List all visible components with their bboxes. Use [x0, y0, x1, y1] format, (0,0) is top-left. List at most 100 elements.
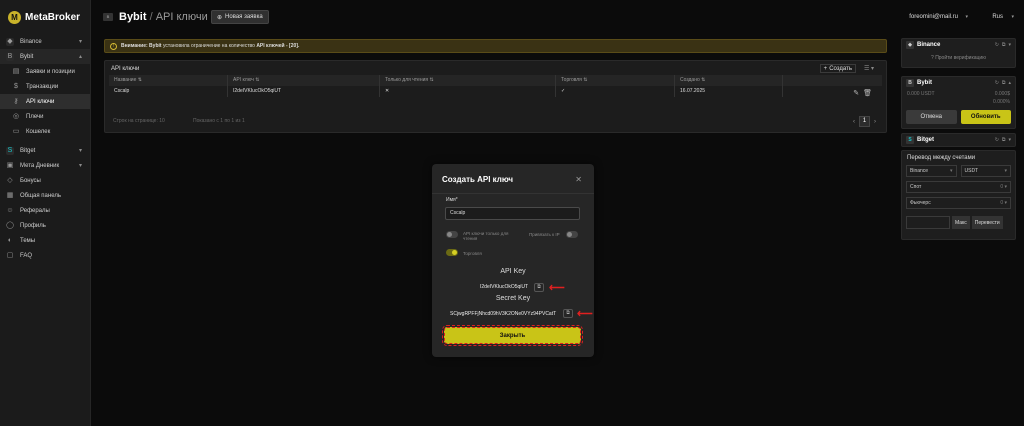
header: B Bybit / API ключи ⊕ Новая заявка foreo… — [91, 0, 1024, 34]
chevron-left-icon[interactable]: ‹ — [853, 119, 855, 125]
spot-select[interactable]: Спот 0 ▾ — [906, 181, 1011, 193]
page-button[interactable]: 1 — [859, 116, 870, 127]
brand-name: MetaBroker — [25, 12, 81, 23]
bybit-icon: B — [6, 52, 14, 61]
sidebar-item-dashboard[interactable]: ▦ Общая панель — [0, 188, 90, 203]
create-api-key-modal: Создать API ключ ✕ Имя* Cscalp API ключи… — [432, 164, 594, 357]
sidebar-item-transactions[interactable]: $ Транзакции — [0, 79, 90, 94]
external-link-icon[interactable]: ⧉ — [1002, 137, 1006, 143]
metabroker-logo-icon: M — [8, 11, 21, 24]
sidebar-item-meta-journal[interactable]: ▣ Мета Дневник ▾ — [0, 158, 90, 173]
binance-card: ◆ Binance ↻ ⧉ ▾ ? Пройти верификацию — [901, 38, 1016, 68]
user-email[interactable]: foreomini@mail.ru — [909, 14, 958, 20]
sidebar-item-binance[interactable]: ◆ Binance ▾ — [0, 34, 90, 49]
sidebar-item-themes[interactable]: ◐ Темы — [0, 233, 90, 248]
transactions-icon: $ — [14, 82, 18, 90]
edit-icon[interactable]: ✎ — [853, 89, 859, 97]
sidebar-item-leverage[interactable]: ◎ Плечи — [0, 109, 90, 124]
bybit-icon: B — [906, 79, 914, 87]
sidebar-item-faq[interactable]: ▢ FAQ — [0, 248, 90, 263]
chevron-right-icon[interactable]: › — [874, 119, 876, 125]
chevron-down-icon: ▾ — [1004, 184, 1007, 190]
bitget-card: S Bitget ↻ ⧉ ▾ — [901, 133, 1016, 147]
trash-icon[interactable]: 🗑 — [863, 89, 872, 97]
create-key-button[interactable]: + Создать — [819, 64, 856, 73]
copy-icon[interactable]: ⧉ — [563, 309, 573, 318]
currency-select[interactable]: USDT ▾ — [960, 165, 1011, 177]
amount-input[interactable] — [906, 216, 950, 229]
warning-text: Внимание: Bybit установила ограничение н… — [121, 43, 300, 49]
copy-icon[interactable]: ⧉ — [534, 283, 544, 292]
external-link-icon[interactable]: ⧉ — [1002, 80, 1006, 86]
rows-per-page[interactable]: Строк на странице: 10 — [113, 118, 165, 124]
trade-label: Торговля — [463, 251, 482, 256]
read-only-toggle[interactable] — [446, 231, 458, 238]
new-request-button[interactable]: ⊕ Новая заявка — [211, 10, 269, 24]
logo[interactable]: M MetaBroker — [0, 0, 90, 34]
cancel-button[interactable]: Отмена — [906, 110, 957, 124]
binance-icon: ◆ — [6, 37, 14, 46]
ip-bind-toggle[interactable] — [566, 231, 578, 238]
chevron-up-icon[interactable]: ▴ — [1008, 80, 1011, 86]
arrow-left-icon: ⟵ — [549, 282, 565, 294]
table-header: Название ⇅ API ключ ⇅ Только для чтения … — [109, 75, 882, 86]
chevron-down-icon[interactable]: ▾ — [1008, 42, 1011, 48]
close-icon[interactable]: ✕ — [575, 175, 582, 184]
external-link-icon[interactable]: ⧉ — [1002, 42, 1006, 48]
wallet-icon: ▭ — [12, 127, 20, 135]
row-actions: ✎ 🗑 — [853, 89, 872, 97]
sidebar-item-bonuses[interactable]: ◇ Бонусы — [0, 173, 90, 188]
close-button[interactable]: Закрыть — [442, 325, 583, 346]
faq-icon: ▢ — [6, 251, 14, 259]
bitget-icon: S — [906, 136, 914, 144]
api-keys-title: API ключи — [111, 66, 140, 72]
sidebar-item-wallet[interactable]: ▭ Кошелек — [0, 124, 90, 139]
sidebar-item-orders[interactable]: ▤ Заявки и позиции — [0, 64, 90, 79]
chevron-down-icon: ▾ — [78, 163, 82, 169]
verify-link[interactable]: ? Пройти верификацию — [902, 51, 1015, 67]
sidebar-item-bybit[interactable]: B Bybit ▴ — [0, 49, 90, 64]
sidebar-item-referrals[interactable]: ☺ Рефералы — [0, 203, 90, 218]
secret-key-value: SCjwgRPFFjNhcd09hV3K2ONe0VYz94PVCatT — [450, 311, 557, 317]
key-icon: ⚷ — [13, 97, 19, 105]
name-input[interactable]: Cscalp — [445, 207, 580, 220]
chevron-down-icon[interactable]: ▾ — [1008, 137, 1011, 143]
sidebar-item-bitget[interactable]: S Bitget ▾ — [0, 143, 90, 158]
binance-icon: ◆ — [906, 41, 914, 49]
refresh-icon[interactable]: ↻ — [995, 42, 999, 48]
col-created[interactable]: Создано ⇅ — [675, 75, 783, 86]
col-api-key[interactable]: API ключ ⇅ — [228, 75, 380, 86]
col-name[interactable]: Название ⇅ — [109, 75, 228, 86]
api-key-value: I2deIVKIucOkO5qiUT — [480, 284, 529, 290]
sidebar-item-api-keys[interactable]: ⚷ API ключи — [0, 94, 90, 109]
table-row[interactable]: Cscalp I2deIVKIucOkO5qiUT ✕ ✓ 16.07.2025 — [109, 86, 882, 97]
chevron-up-icon: ▴ — [78, 54, 82, 60]
filter-icon[interactable]: ☰ ▾ — [864, 65, 874, 72]
api-keys-panel: API ключи + Создать ☰ ▾ Название ⇅ API кл… — [104, 60, 887, 133]
refresh-icon[interactable]: ↻ — [995, 137, 999, 143]
exchange-select[interactable]: Binance ▾ — [906, 165, 957, 177]
chevron-down-icon: ▾ — [1004, 200, 1007, 206]
trade-toggle[interactable] — [446, 249, 458, 256]
col-trade[interactable]: Торговля ⇅ — [556, 75, 675, 86]
users-icon: ☺ — [6, 206, 14, 214]
balance-pct: 0.000% — [993, 99, 1010, 105]
sidebar-item-profile[interactable]: ◯ Профиль — [0, 218, 90, 233]
transfer-card: Перевод между счетами Binance ▾ USDT ▾ Спо… — [901, 150, 1016, 240]
chevron-down-icon[interactable]: ▾ — [965, 14, 968, 20]
arrow-left-icon: ⟵ — [577, 308, 593, 320]
modal-title: Создать API ключ — [442, 175, 514, 184]
max-button[interactable]: Макс — [952, 216, 970, 229]
profile-icon: ◯ — [6, 221, 14, 229]
page-title: Bybit / API ключи — [119, 11, 208, 23]
plus-icon: + — [823, 65, 828, 72]
chevron-down-icon: ▾ — [949, 168, 953, 174]
chevron-down-icon[interactable]: ▾ — [1011, 14, 1014, 20]
col-read-only[interactable]: Только для чтения ⇅ — [380, 75, 556, 86]
update-button[interactable]: Обновить — [960, 110, 1011, 124]
futures-select[interactable]: Фьючерс 0 ▾ — [906, 197, 1011, 209]
transfer-button[interactable]: Перевести — [971, 216, 1003, 229]
secret-key-title: Secret Key — [495, 295, 531, 302]
language-select[interactable]: Rus — [992, 14, 1003, 20]
refresh-icon[interactable]: ↻ — [995, 80, 999, 86]
